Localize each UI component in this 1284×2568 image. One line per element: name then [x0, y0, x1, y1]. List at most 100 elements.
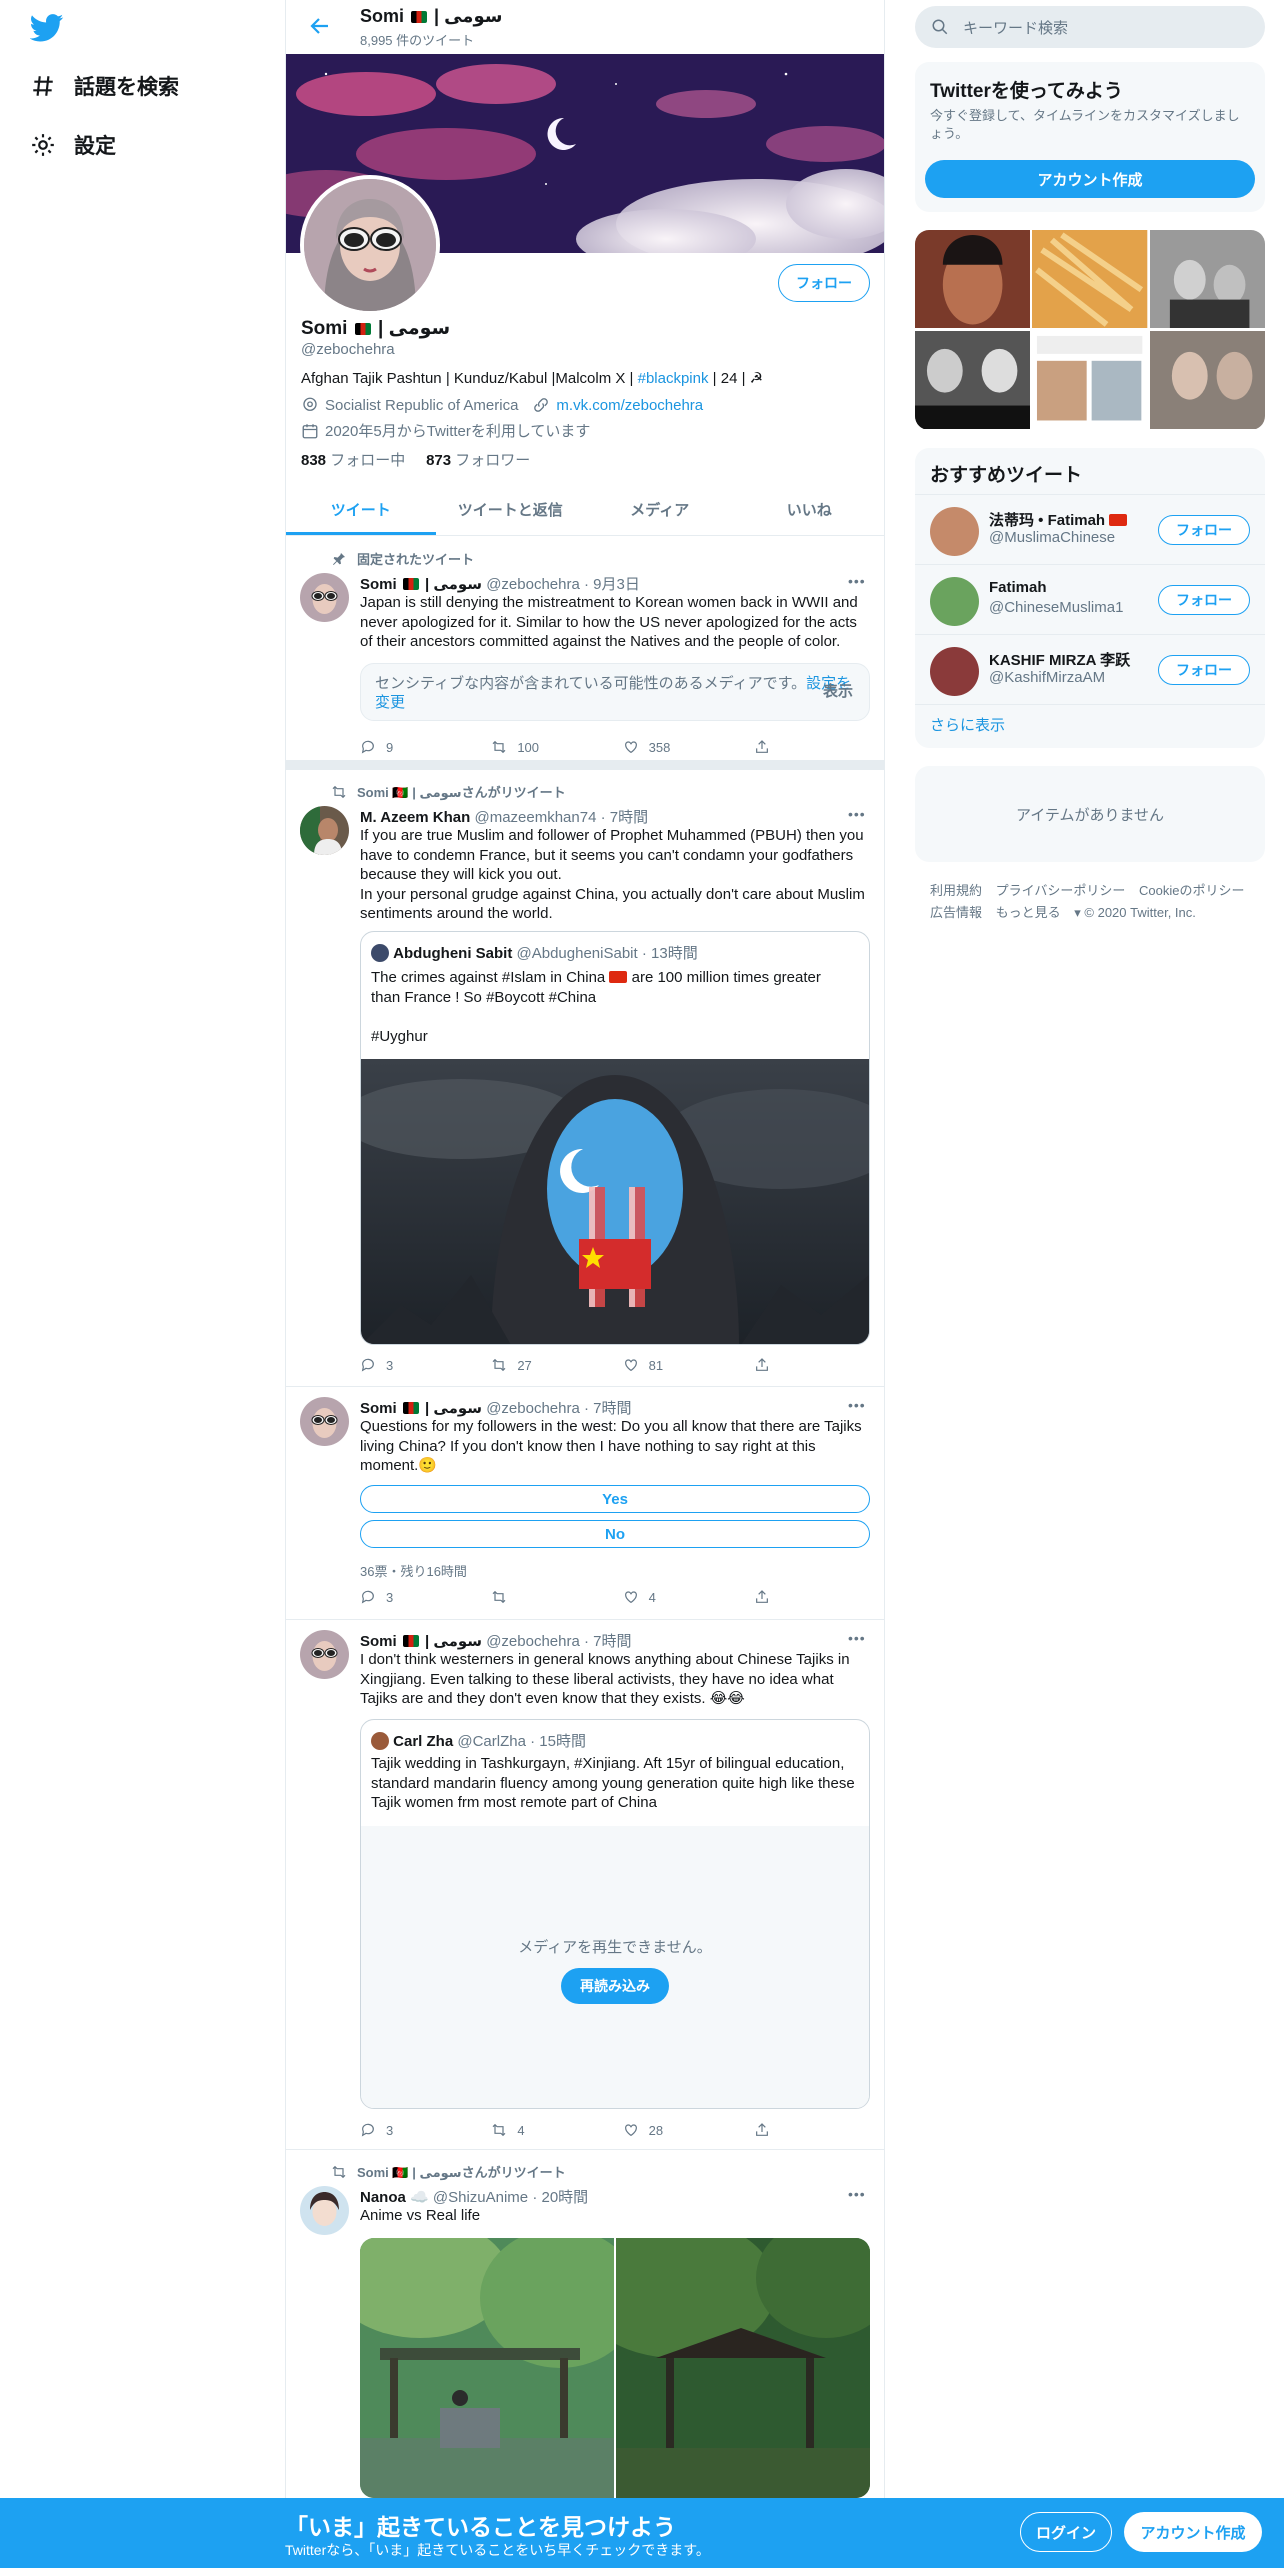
retweet-context-label[interactable]: Somi 🇦🇫 | سومیさんがリツイート — [357, 2162, 566, 2181]
nav-settings[interactable]: 設定 — [30, 125, 116, 165]
search-box[interactable]: キーワード検索 — [915, 6, 1265, 48]
poll-option-no[interactable]: No — [360, 1520, 870, 1548]
reply-button[interactable]: 3 — [360, 1589, 491, 1605]
media-thumb-5[interactable] — [1032, 331, 1148, 430]
quote-media-image[interactable] — [361, 1059, 869, 1344]
retweet-button[interactable]: 27 — [491, 1357, 622, 1373]
footer-privacy-link[interactable]: プライバシーポリシー — [996, 883, 1126, 898]
login-button[interactable]: ログイン — [1020, 2512, 1112, 2552]
more-options-icon[interactable]: ••• — [848, 573, 868, 589]
more-options-icon[interactable]: ••• — [848, 1397, 868, 1413]
media-thumb-4[interactable] — [915, 331, 1031, 430]
following-link[interactable]: 838 フォロー中 — [301, 452, 405, 469]
tweet-author-name[interactable]: M. Azeem Khan — [360, 809, 470, 826]
tweet-author-handle[interactable]: @zebochehra — [486, 1633, 580, 1650]
tweet-tajiks[interactable]: Somi | سومی @zebochehra · 7時間 ••• I don'… — [286, 1620, 884, 2150]
tweet-avatar[interactable] — [300, 1397, 349, 1446]
tab-tweets[interactable]: ツイート — [286, 484, 436, 535]
poll-option-yes[interactable]: Yes — [360, 1485, 870, 1513]
tweet-author-name[interactable]: Somi — [360, 1633, 397, 1650]
tab-tweets-replies[interactable]: ツイートと返信 — [436, 484, 586, 535]
tweet-actions: 9 100 358 — [360, 739, 780, 755]
share-button[interactable] — [754, 2122, 780, 2138]
tweet-author-handle[interactable]: @zebochehra — [486, 1400, 580, 1417]
back-arrow-icon[interactable] — [308, 14, 332, 38]
media-image-anime[interactable] — [360, 2238, 640, 2498]
retweet-icon — [492, 1358, 506, 1372]
show-more-link[interactable]: さらに表示 — [930, 714, 1005, 735]
tweet-time[interactable]: 20時間 — [542, 2189, 589, 2206]
like-button[interactable]: 81 — [623, 1357, 754, 1373]
suggestion-item[interactable]: Fatimah @ChineseMuslima1 フォロー — [915, 565, 1265, 635]
media-image-real[interactable] — [576, 2238, 870, 2498]
tweet-poll[interactable]: Somi | سومی @zebochehra · 7時間 ••• Questi… — [286, 1387, 884, 1620]
media-thumb-6[interactable] — [1149, 331, 1265, 430]
tab-media[interactable]: メディア — [585, 484, 735, 535]
media-thumb-2[interactable] — [1032, 230, 1148, 329]
like-button[interactable]: 358 — [623, 739, 754, 755]
search-icon — [932, 19, 948, 35]
create-account-button[interactable]: アカウント作成 — [925, 160, 1255, 198]
tweet-avatar[interactable] — [300, 1630, 349, 1679]
reply-button[interactable]: 3 — [360, 2122, 491, 2138]
twitter-logo-icon[interactable] — [30, 14, 64, 42]
tweet-retweeted-azeem[interactable]: Somi 🇦🇫 | سومیさんがリツイート M. Azeem Khan @ma… — [286, 770, 884, 1387]
suggestion-item[interactable]: KASHIF MIRZA 李跃 @KashifMirzaAM フォロー — [915, 635, 1265, 705]
more-options-icon[interactable]: ••• — [848, 2186, 868, 2202]
retweet-button[interactable]: 4 — [491, 2122, 622, 2138]
tweet-time[interactable]: 7時間 — [610, 809, 648, 826]
footer-terms-link[interactable]: 利用規約 — [930, 883, 982, 898]
heart-icon — [624, 741, 637, 754]
like-button[interactable]: 4 — [623, 1589, 754, 1605]
tweet-avatar[interactable] — [300, 573, 349, 622]
reload-button[interactable]: 再読み込み — [561, 1968, 669, 2004]
bio-hashtag-link[interactable]: #blackpink — [638, 370, 709, 387]
share-button[interactable] — [754, 739, 780, 755]
reply-count: 9 — [386, 739, 394, 755]
profile-avatar[interactable] — [300, 175, 440, 315]
like-button[interactable]: 28 — [623, 2122, 754, 2138]
tab-likes[interactable]: いいね — [735, 484, 885, 535]
quoted-tweet[interactable]: Carl Zha @CarlZha · 15時間 Tajik wedding i… — [360, 1719, 870, 2109]
footer-more-link[interactable]: もっと見る — [996, 905, 1061, 920]
tweet-author-name[interactable]: Somi — [360, 1400, 397, 1417]
footer-cookies-link[interactable]: Cookieのポリシー — [1139, 883, 1244, 898]
show-media-button[interactable]: 表示 — [823, 682, 853, 701]
tweet-avatar[interactable] — [300, 2186, 349, 2235]
tweet-pinned[interactable]: 固定されたツイート Somi | سومی @zebochehra · 9月3日… — [286, 537, 884, 760]
tweet-author-name[interactable]: Somi — [360, 576, 397, 593]
reply-button[interactable]: 9 — [360, 739, 491, 755]
tweet-time[interactable]: 7時間 — [593, 1633, 631, 1650]
retweet-button[interactable]: 100 — [491, 739, 622, 755]
following-count: 838 — [301, 452, 327, 469]
more-options-icon[interactable]: ••• — [848, 1630, 868, 1646]
share-button[interactable] — [754, 1357, 780, 1373]
profile-joined-row: 2020年5月からTwitterを利用しています — [301, 420, 590, 441]
retweet-button[interactable] — [491, 1589, 622, 1605]
follow-button[interactable]: フォロー — [1158, 655, 1250, 685]
share-button[interactable] — [754, 1589, 780, 1605]
more-options-icon[interactable]: ••• — [848, 806, 868, 822]
signup-button[interactable]: アカウント作成 — [1124, 2512, 1262, 2552]
tweet-avatar[interactable] — [300, 806, 349, 855]
tweet-author-handle[interactable]: @ShizuAnime — [433, 2189, 528, 2206]
nav-explore[interactable]: 話題を検索 — [30, 66, 179, 106]
media-error-text: メディアを再生できません。 — [518, 1939, 712, 1956]
tweet-author-name[interactable]: Nanoa — [360, 2189, 406, 2206]
reply-button[interactable]: 3 — [360, 1357, 491, 1373]
tweet-author-handle[interactable]: @zebochehra — [486, 576, 580, 593]
retweet-context-label[interactable]: Somi 🇦🇫 | سومیさんがリツイート — [357, 782, 566, 801]
media-thumb-3[interactable] — [1149, 230, 1265, 329]
media-thumb-1[interactable] — [915, 230, 1031, 329]
tweet-author-handle[interactable]: @mazeemkhan74 — [474, 809, 596, 826]
tweet-time[interactable]: 7時間 — [593, 1400, 631, 1417]
suggestion-item[interactable]: 法蒂玛 • Fatimah @MuslimaChinese フォロー — [915, 495, 1265, 565]
follow-button[interactable]: フォロー — [778, 264, 870, 302]
followers-link[interactable]: 873 フォロワー — [426, 452, 530, 469]
follow-button[interactable]: フォロー — [1158, 515, 1250, 545]
footer-ads-link[interactable]: 広告情報 — [930, 905, 982, 920]
profile-website-link[interactable]: m.vk.com/zebochehra — [556, 397, 703, 414]
follow-button[interactable]: フォロー — [1158, 585, 1250, 615]
tweet-time[interactable]: 9月3日 — [593, 576, 640, 593]
quoted-tweet[interactable]: Abdugheni Sabit @AbdugheniSabit · 13時間 T… — [360, 931, 870, 1345]
